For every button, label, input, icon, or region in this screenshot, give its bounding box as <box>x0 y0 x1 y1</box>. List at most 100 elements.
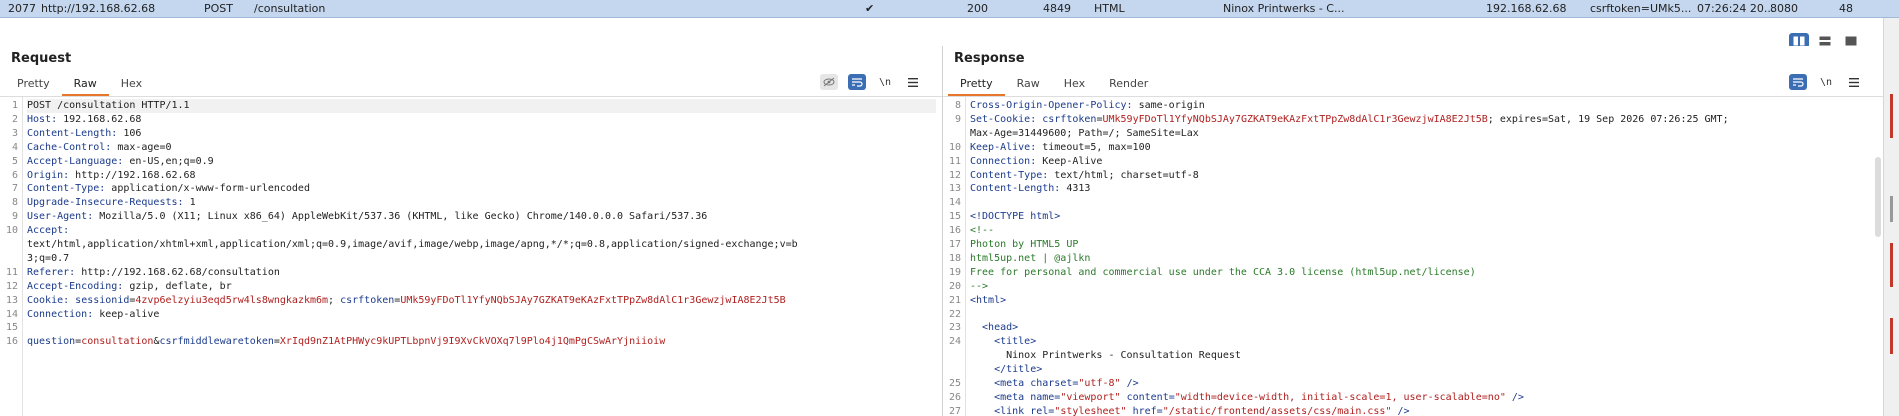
code-line: Content-Type: application/x-www-form-url… <box>27 182 310 196</box>
hamburger-menu-icon[interactable] <box>1845 74 1863 90</box>
tab-request-hex[interactable]: Hex <box>109 74 154 96</box>
code-line: <meta name="viewport" content="width=dev… <box>970 391 1524 405</box>
inspector-tab-icon[interactable] <box>1890 196 1893 222</box>
line-number: 26 <box>948 391 961 403</box>
vertical-scrollbar[interactable] <box>1875 157 1881 237</box>
line-number: 18 <box>948 252 961 264</box>
history-id: 2077 <box>8 2 36 15</box>
newline-toggle-icon[interactable]: \n <box>1817 74 1835 90</box>
request-editor[interactable]: 1 POST /consultation HTTP/1.1 2 Host: 192.1… <box>0 96 942 416</box>
line-number: 10 <box>948 141 961 153</box>
code-line: Host: 192.168.62.68 <box>27 113 141 127</box>
line-number: 11 <box>5 266 18 278</box>
request-title: Request <box>11 51 72 66</box>
code-line: <meta charset="utf-8" /> <box>970 377 1139 391</box>
tab-request-raw[interactable]: Raw <box>61 74 109 96</box>
inspector-marker[interactable] <box>1890 243 1893 287</box>
code-token: Set-Cookie: <box>970 113 1043 125</box>
code-token: POST /consultation HTTP/1.1 <box>27 100 190 111</box>
line-number: 8 <box>954 100 961 111</box>
history-url: /consultation <box>254 2 326 15</box>
wrap-lines-icon[interactable] <box>848 74 866 90</box>
code-token: User-Agent: <box>27 211 100 223</box>
line-number: 6 <box>11 169 18 181</box>
line-number: 14 <box>948 197 961 209</box>
code-line: Accept: <box>27 224 75 238</box>
code-line: <!DOCTYPE html> <box>970 210 1060 224</box>
code-token: "utf-8" <box>1078 378 1121 389</box>
code-token: csrftoken <box>340 294 395 306</box>
line-number: 4 <box>11 141 18 153</box>
code-line: --> <box>970 280 988 294</box>
history-ip: 192.168.62.68 <box>1486 2 1567 15</box>
code-line: Cache-Control: max-age=0 <box>27 141 172 155</box>
code-token: consultation <box>81 336 154 348</box>
history-length: 4849 <box>1043 2 1071 15</box>
code-token: charset= <box>1030 378 1079 389</box>
code-token: Cookie: <box>27 294 76 306</box>
code-token: <link <box>970 405 1031 416</box>
wrap-lines-icon[interactable] <box>1789 74 1807 90</box>
tab-response-raw[interactable]: Raw <box>1005 74 1052 96</box>
code-line: Origin: http://192.168.62.68 <box>27 169 196 183</box>
line-number: 9 <box>11 211 18 223</box>
code-token: text/html; charset=utf-8 <box>1054 169 1199 181</box>
response-editor[interactable]: 8 Cross-Origin-Opener-Policy: same-origin… <box>943 96 1883 416</box>
code-line: </title> <box>970 363 1042 377</box>
history-host: http://192.168.62.68 <box>41 2 156 15</box>
line-number: 15 <box>948 211 961 223</box>
code-token: /> <box>1391 405 1410 416</box>
code-token: <!DOCTYPE html> <box>970 211 1061 223</box>
history-mime: HTML <box>1094 2 1125 15</box>
code-token: Max-Age=31449600; Path=/; SameSite=Lax <box>970 127 1199 139</box>
eye-off-icon[interactable] <box>820 74 838 90</box>
code-token: "viewport" <box>1060 391 1121 403</box>
code-line: Content-Type: text/html; charset=utf-8 <box>970 169 1199 183</box>
line-number: 11 <box>948 155 961 167</box>
code-line: Accept-Language: en-US,en;q=0.9 <box>27 155 214 169</box>
tab-request-pretty[interactable]: Pretty <box>5 74 62 96</box>
response-pane: Response Pretty Raw Hex Render \n 8 Cross… <box>943 46 1883 416</box>
hamburger-menu-icon[interactable] <box>904 74 922 90</box>
code-line: Set-Cookie: csrftoken=UMk59yFDoTl1YfyNQb… <box>970 113 1729 127</box>
history-status: 200 <box>967 2 988 15</box>
code-token: UMk59yFDoTl1YfyNQbSJAy7GZKAT9eKAzFxtTPpZ… <box>1102 113 1488 125</box>
tab-response-render[interactable]: Render <box>1097 74 1160 96</box>
code-token: "width=device-width, initial-scale=1, us… <box>1174 391 1506 403</box>
line-number: 13 <box>948 183 961 195</box>
code-token: Upgrade-Insecure-Requests: <box>27 197 190 209</box>
code-token: timeout=5, max=100 <box>1042 141 1151 153</box>
tab-response-pretty[interactable]: Pretty <box>948 74 1005 96</box>
code-token: "/static/frontend/assets/css/main.css" <box>1162 405 1392 416</box>
line-number: 12 <box>948 169 961 181</box>
inspector-marker[interactable] <box>1890 94 1893 138</box>
code-line: Photon by HTML5 UP <box>970 238 1078 252</box>
code-token: href= <box>1126 405 1163 416</box>
code-token: UMk59yFDoTl1YfyNQbSJAy7GZKAT9eKAzFxtTPpZ… <box>400 294 786 306</box>
line-number: 19 <box>948 266 961 278</box>
request-pane: Request Pretty Raw Hex \n 1 POST /consult… <box>0 46 943 416</box>
inspector-marker[interactable] <box>1890 318 1893 354</box>
checkmark-icon: ✔ <box>865 2 875 15</box>
code-token: Connection: <box>27 308 100 320</box>
tab-response-hex[interactable]: Hex <box>1052 74 1097 96</box>
line-number: 17 <box>948 239 961 250</box>
response-tabs: Pretty Raw Hex Render <box>948 74 1160 96</box>
request-tabs: Pretty Raw Hex <box>5 74 154 96</box>
code-token: <meta <box>970 378 1031 389</box>
history-cookies: csrftoken=UMk5... <box>1590 2 1692 15</box>
code-token: Mozilla/5.0 (X11; Linux x86_64) AppleWeb… <box>99 211 708 223</box>
code-token: en-US,en;q=0.9 <box>129 155 214 167</box>
code-token: content= <box>1120 391 1175 403</box>
code-token: XrIqd9nZ1AtPHWyc9kUPTLbpnVj9I9XvCkVOXq7l… <box>279 336 666 348</box>
code-line: 3;q=0.7 <box>27 252 69 266</box>
newline-toggle-icon[interactable]: \n <box>876 74 894 90</box>
line-number: 21 <box>948 294 961 306</box>
code-token: <title> <box>970 336 1037 348</box>
code-token: text/html,application/xhtml+xml,applicat… <box>27 239 798 250</box>
code-line: Connection: keep-alive <box>27 308 159 322</box>
code-line: Referer: http://192.168.62.68/consultati… <box>27 266 280 280</box>
history-row-selected[interactable]: 2077 http://192.168.62.68 POST /consulta… <box>0 0 1899 18</box>
line-number: 23 <box>948 322 961 334</box>
code-token: <head> <box>970 322 1019 334</box>
